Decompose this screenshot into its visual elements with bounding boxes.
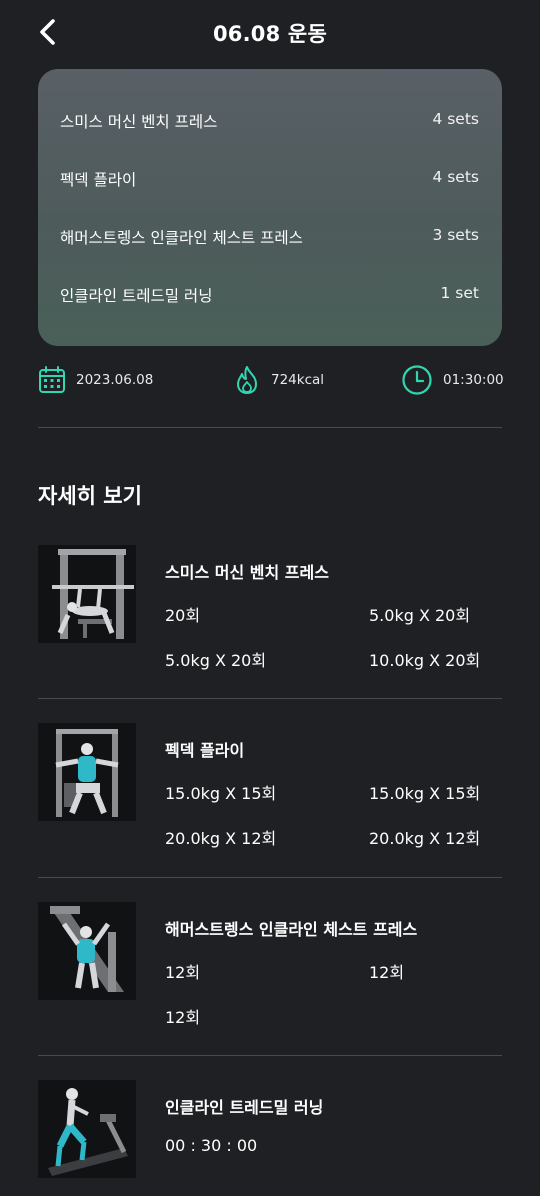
calories-stat: 724kcal	[233, 364, 324, 396]
divider	[38, 698, 502, 699]
exercise-image-incline-treadmill	[38, 1080, 136, 1178]
detail-section-title: 자세히 보기	[38, 484, 142, 508]
set-value: 5.0kg X 20회	[369, 606, 471, 625]
summary-exercise-name: 스미스 머신 벤치 프레스	[60, 113, 218, 131]
summary-set-count: 1 set	[440, 284, 479, 302]
divider	[38, 1055, 502, 1056]
exercise-name: 해머스트렝스 인클라인 체스트 프레스	[165, 920, 418, 939]
flame-icon	[237, 366, 257, 394]
summary-row: 인클라인 트레드밀 러닝 1 set	[60, 284, 479, 306]
summary-exercise-name: 인클라인 트레드밀 러닝	[60, 287, 213, 305]
summary-row: 스미스 머신 벤치 프레스 4 sets	[60, 110, 479, 132]
exercise-name: 스미스 머신 벤치 프레스	[165, 563, 329, 582]
workout-date: 2023.06.08	[76, 372, 154, 388]
clock-icon	[402, 365, 432, 395]
workout-stats: 2023.06.08 724kcal 01:30:00	[38, 364, 504, 396]
workout-calories: 724kcal	[271, 372, 325, 388]
summary-set-count: 3 sets	[432, 226, 479, 244]
exercise-name: 펙덱 플라이	[165, 741, 245, 760]
set-value: 20.0kg X 12회	[165, 829, 277, 848]
set-value: 15.0kg X 15회	[369, 784, 481, 803]
workout-summary-card: 스미스 머신 벤치 프레스 4 sets 펙덱 플라이 4 sets 해머스트렝…	[38, 69, 502, 346]
summary-row: 펙덱 플라이 4 sets	[60, 168, 479, 190]
duration-value: 00 : 30 : 00	[165, 1136, 258, 1155]
divider	[38, 427, 502, 428]
top-bar: 06.08 운동	[0, 0, 540, 64]
set-value: 10.0kg X 20회	[369, 651, 481, 670]
summary-exercise-name: 펙덱 플라이	[60, 171, 137, 189]
exercise-image-pec-deck-fly	[38, 723, 136, 821]
set-value: 12회	[165, 1008, 201, 1027]
exercise-name: 인클라인 트레드밀 러닝	[165, 1098, 324, 1117]
set-value: 12회	[165, 963, 201, 982]
calendar-icon	[39, 366, 65, 393]
set-value: 20회	[165, 606, 201, 625]
exercise-image-incline-chest-press	[38, 902, 136, 1000]
exercise-item[interactable]: 스미스 머신 벤치 프레스 20회 5.0kg X 20회 5.0kg X 20…	[38, 545, 502, 670]
date-stat: 2023.06.08	[38, 364, 153, 396]
workout-duration: 01:30:00	[443, 372, 504, 388]
set-value: 12회	[369, 963, 405, 982]
summary-set-count: 4 sets	[432, 110, 479, 128]
set-value: 5.0kg X 20회	[165, 651, 267, 670]
summary-exercise-name: 해머스트렝스 인클라인 체스트 프레스	[60, 229, 303, 247]
page-title: 06.08 운동	[213, 22, 327, 46]
exercise-image-smith-bench-press	[38, 545, 136, 643]
set-value: 20.0kg X 12회	[369, 829, 481, 848]
summary-set-count: 4 sets	[432, 168, 479, 186]
exercise-item[interactable]: 펙덱 플라이 15.0kg X 15회 15.0kg X 15회 20.0kg …	[38, 723, 502, 848]
duration-stat: 01:30:00	[401, 364, 504, 396]
exercise-item[interactable]: 해머스트렝스 인클라인 체스트 프레스 12회 12회 12회	[38, 902, 502, 1027]
exercise-item[interactable]: 인클라인 트레드밀 러닝 00 : 30 : 00	[38, 1080, 502, 1180]
summary-row: 해머스트렝스 인클라인 체스트 프레스 3 sets	[60, 226, 479, 248]
divider	[38, 877, 502, 878]
set-value: 15.0kg X 15회	[165, 784, 277, 803]
